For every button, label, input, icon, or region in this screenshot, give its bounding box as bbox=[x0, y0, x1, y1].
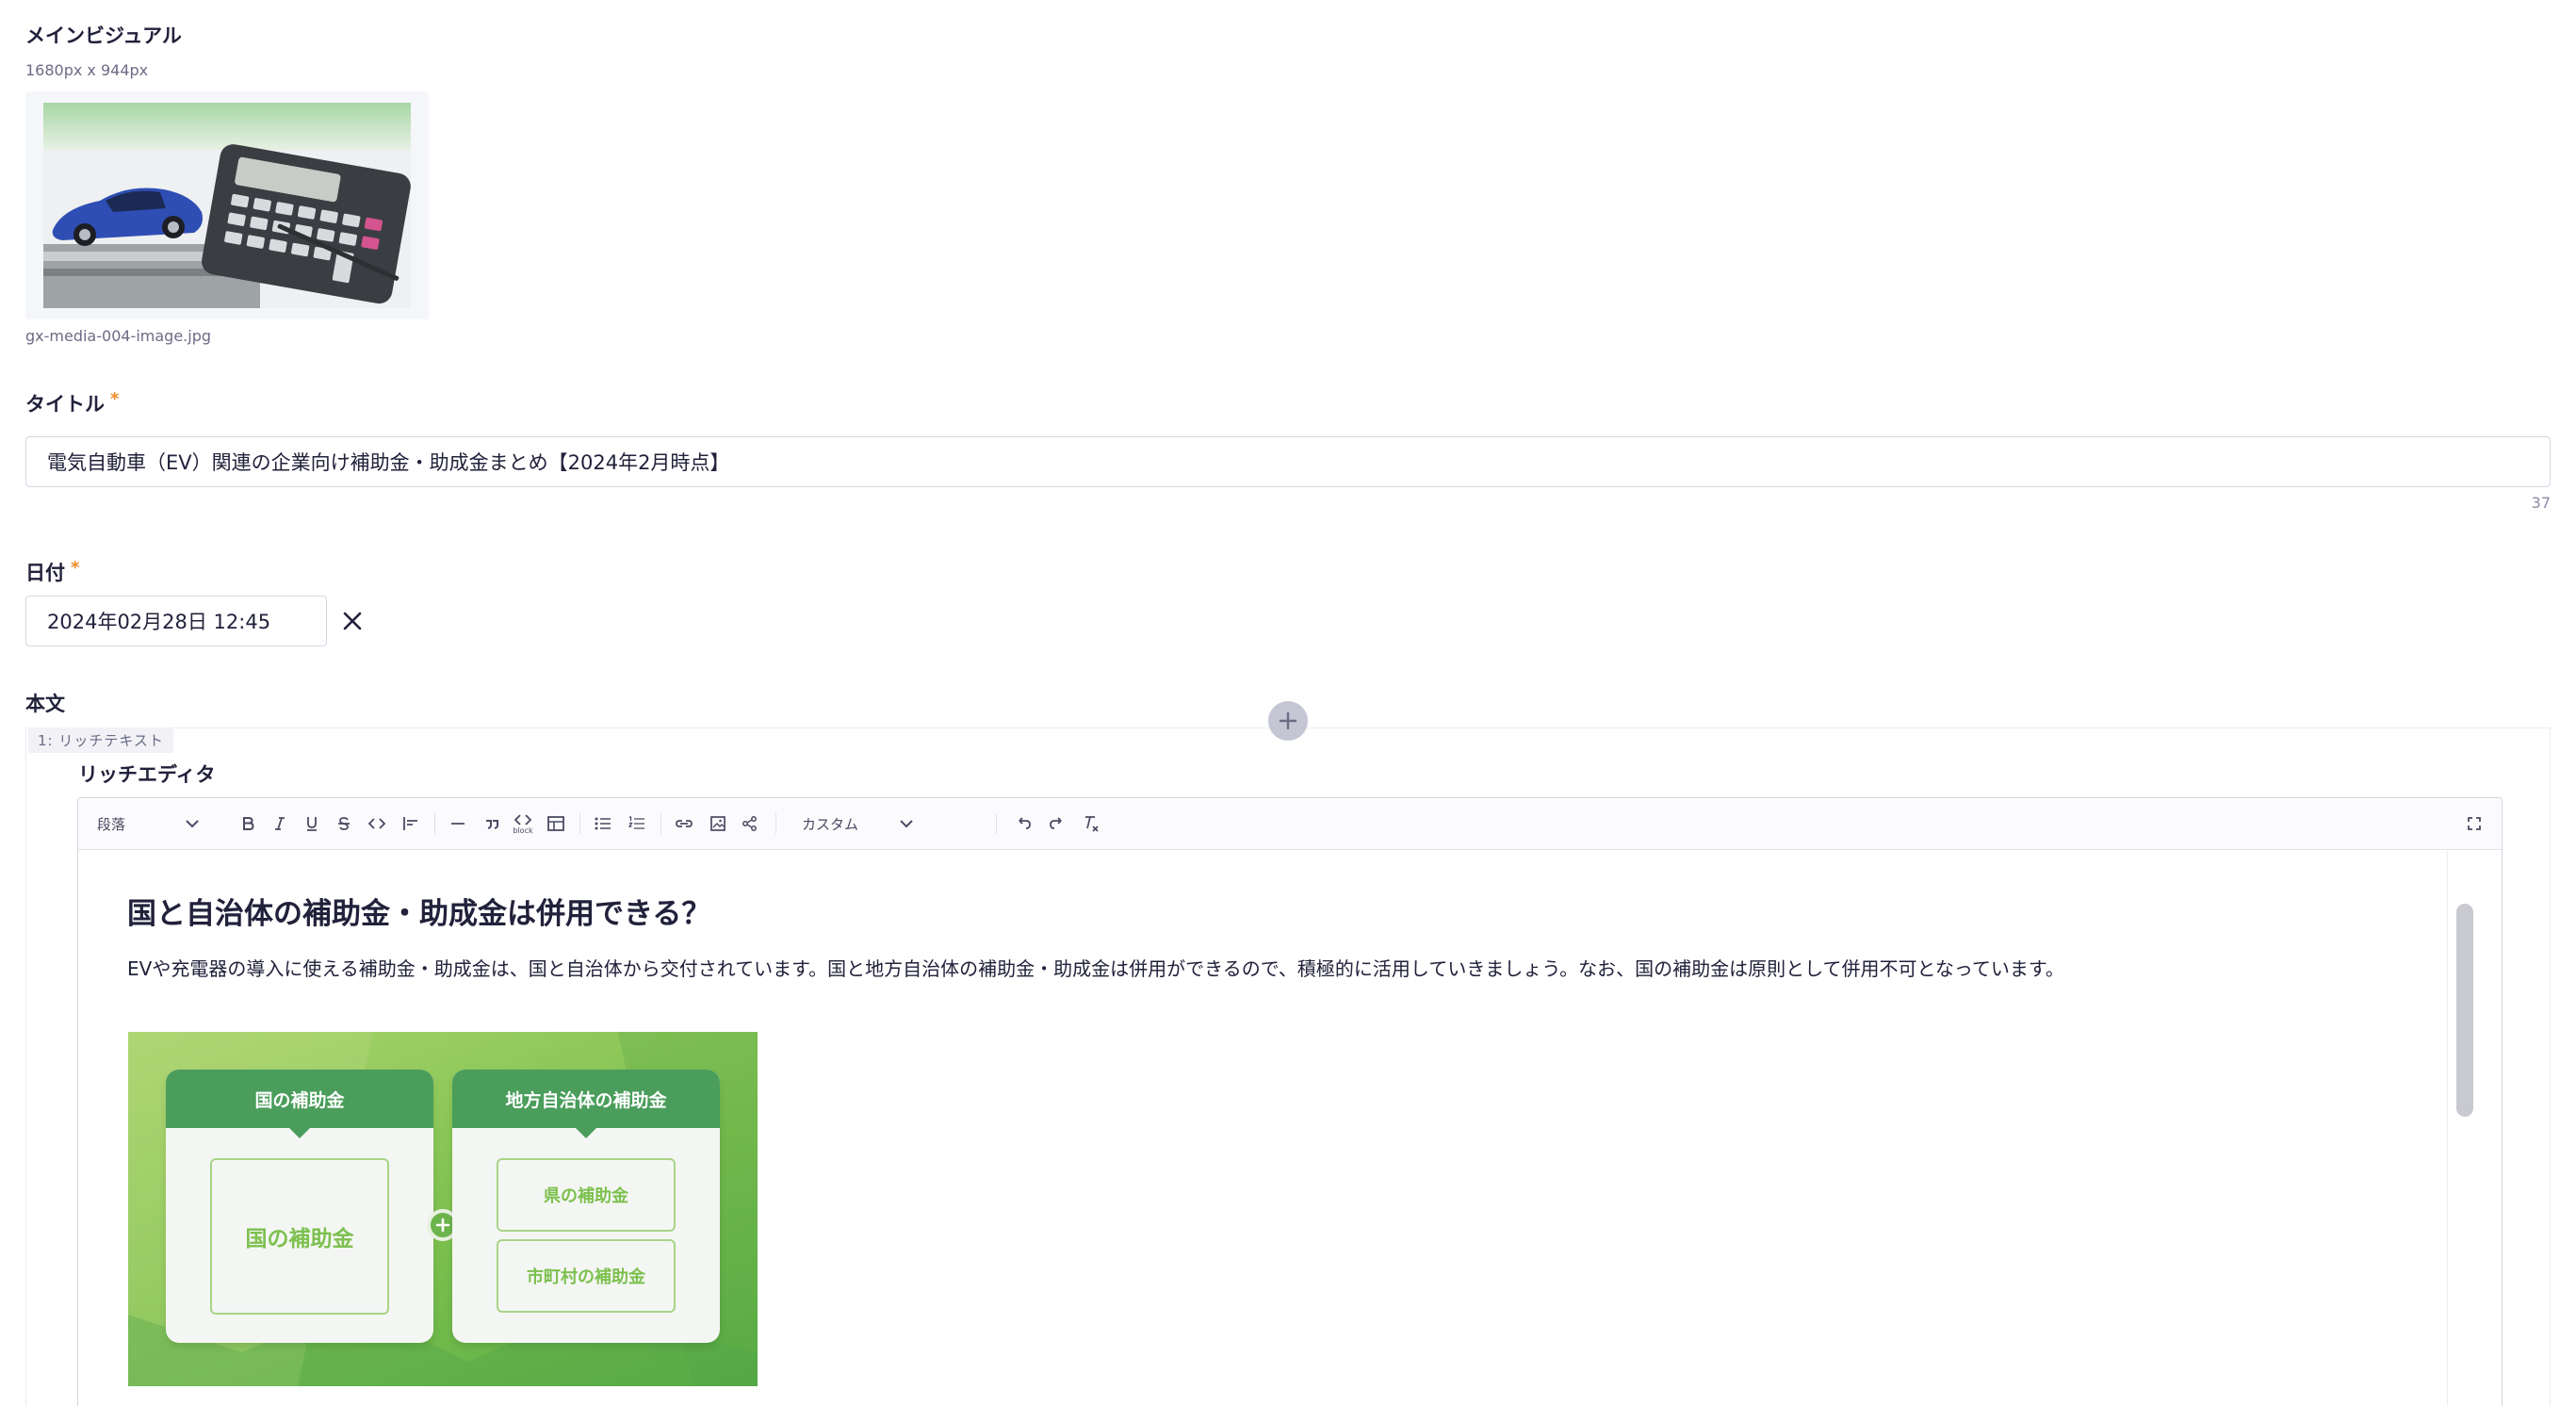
share-icon bbox=[742, 816, 757, 831]
national-subsidy-card: 国の補助金 国の補助金 bbox=[166, 1070, 433, 1343]
bold-icon bbox=[243, 817, 254, 830]
bullet-list-button[interactable] bbox=[589, 808, 617, 840]
chevron-down-icon bbox=[186, 820, 199, 828]
required-mark: * bbox=[71, 558, 80, 578]
card-notch bbox=[288, 1127, 311, 1138]
align-left-icon bbox=[403, 817, 417, 830]
local-card-title: 地方自治体の補助金 bbox=[452, 1070, 720, 1128]
title-char-count: 37 bbox=[2531, 494, 2551, 512]
title-label: タイトル * bbox=[25, 389, 119, 417]
paragraph-select-value: 段落 bbox=[97, 815, 126, 833]
strikethrough-icon bbox=[338, 817, 350, 830]
fullscreen-button[interactable] bbox=[2466, 815, 2483, 836]
toolbar-divider bbox=[579, 813, 580, 834]
redo-icon bbox=[1050, 817, 1062, 829]
clear-format-icon bbox=[1085, 816, 1099, 832]
toolbar-divider bbox=[775, 813, 776, 834]
title-input[interactable]: 電気自動車（EV）関連の企業向け補助金・助成金まとめ【2024年2月時点】 bbox=[25, 436, 2551, 487]
toolbar-divider bbox=[434, 813, 435, 834]
custom-select[interactable]: カスタム bbox=[802, 808, 915, 840]
blockquote-icon bbox=[486, 820, 498, 829]
toolbar-divider bbox=[996, 813, 997, 834]
plus-icon bbox=[1279, 711, 1297, 730]
image-icon bbox=[710, 816, 726, 831]
blockquote-button[interactable] bbox=[478, 808, 506, 840]
share-button[interactable] bbox=[736, 808, 764, 840]
code-block-icon bbox=[514, 813, 532, 826]
main-visual-label: メインビジュアル bbox=[25, 25, 182, 47]
table-button[interactable] bbox=[542, 808, 570, 840]
underline-icon bbox=[307, 817, 317, 831]
horizontal-rule-icon bbox=[451, 823, 465, 825]
add-block-button[interactable] bbox=[1268, 701, 1308, 741]
code-button[interactable] bbox=[363, 808, 391, 840]
italic-button[interactable] bbox=[267, 808, 293, 840]
prefecture-subsidy-box: 県の補助金 bbox=[497, 1158, 676, 1232]
date-input[interactable]: 2024年02月28日 12:45 bbox=[25, 596, 327, 646]
date-input-value: 2024年02月28日 12:45 bbox=[47, 611, 271, 633]
strikethrough-button[interactable] bbox=[331, 808, 357, 840]
horizontal-rule-button[interactable] bbox=[444, 808, 472, 840]
undo-button[interactable] bbox=[1009, 808, 1037, 840]
close-icon bbox=[343, 612, 362, 630]
content-heading: 国と自治体の補助金・助成金は併用できる？ bbox=[127, 897, 711, 931]
custom-select-value: カスタム bbox=[802, 815, 859, 833]
municipal-subsidy-box: 市町村の補助金 bbox=[497, 1239, 676, 1313]
align-button[interactable] bbox=[397, 808, 425, 840]
local-subsidy-card: 地方自治体の補助金 県の補助金 市町村の補助金 bbox=[452, 1070, 720, 1343]
main-visual-size-note: 1680px x 944px bbox=[25, 61, 149, 79]
code-icon bbox=[367, 818, 386, 829]
block-tag: 1: リッチテキスト bbox=[28, 728, 173, 753]
card-notch bbox=[575, 1127, 597, 1138]
paragraph-select[interactable]: 段落 bbox=[97, 808, 201, 840]
main-visual-image bbox=[43, 103, 411, 308]
editor-toolbar: 段落 block カスタム bbox=[78, 798, 2502, 850]
table-icon bbox=[547, 816, 564, 831]
link-icon bbox=[676, 820, 693, 827]
title-input-value: 電気自動車（EV）関連の企業向け補助金・助成金まとめ【2024年2月時点】 bbox=[47, 451, 730, 474]
image-button[interactable] bbox=[704, 808, 732, 840]
chevron-down-icon bbox=[900, 820, 913, 828]
date-clear-button[interactable] bbox=[337, 606, 367, 636]
clear-format-button[interactable] bbox=[1077, 808, 1105, 840]
code-block-caption: block bbox=[513, 826, 533, 835]
national-card-title: 国の補助金 bbox=[166, 1070, 433, 1128]
editor-scroll-thumb[interactable] bbox=[2456, 904, 2473, 1117]
content-paragraph: EVや充電器の導入に使える補助金・助成金は、国と自治体から交付されています。国と… bbox=[127, 957, 2064, 980]
date-label-text: 日付 bbox=[25, 562, 65, 584]
national-card-body: 国の補助金 bbox=[210, 1158, 389, 1315]
rich-editor-label: リッチエディタ bbox=[78, 763, 216, 786]
required-mark: * bbox=[110, 389, 120, 409]
toolbar-divider bbox=[660, 813, 661, 834]
redo-button[interactable] bbox=[1043, 808, 1071, 840]
link-button[interactable] bbox=[670, 808, 698, 840]
numbered-list-button[interactable] bbox=[623, 808, 651, 840]
body-label: 本文 bbox=[25, 693, 65, 715]
main-visual-preview[interactable] bbox=[25, 91, 429, 319]
fullscreen-icon bbox=[2468, 817, 2481, 830]
underline-button[interactable] bbox=[299, 808, 325, 840]
undo-icon bbox=[1019, 817, 1031, 829]
numbered-list-icon bbox=[628, 816, 644, 829]
main-visual-filename: gx-media-004-image.jpg bbox=[25, 327, 211, 345]
editor-scrollbar[interactable] bbox=[2447, 851, 2502, 1406]
content-figure: 国の補助金 国の補助金 地方自治体の補助金 県の補助金 市町村の補助金 bbox=[128, 1032, 758, 1386]
italic-icon bbox=[275, 817, 285, 830]
bold-button[interactable] bbox=[235, 808, 261, 840]
bullet-list-icon bbox=[595, 817, 611, 830]
date-label: 日付 * bbox=[25, 558, 79, 586]
code-block-button[interactable]: block bbox=[508, 808, 538, 840]
title-label-text: タイトル bbox=[25, 393, 105, 416]
